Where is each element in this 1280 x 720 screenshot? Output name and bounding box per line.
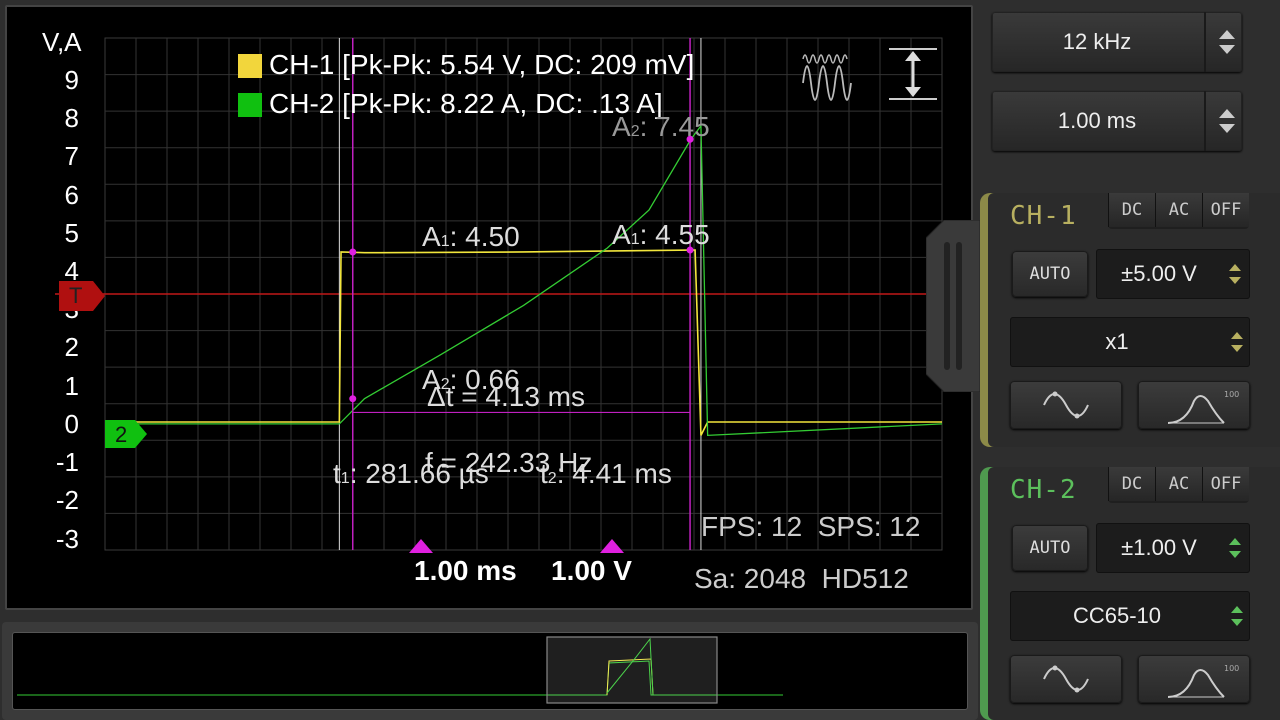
y-tick-label: 6: [64, 179, 79, 210]
filter-curve-icon: 100: [1167, 664, 1239, 698]
svg-text:100: 100: [1224, 390, 1239, 399]
ch1-panel: CH-1 DC AC OFF AUTO ±5.00 V x1 100: [980, 193, 1280, 447]
waveform-mode-icon[interactable]: [800, 45, 856, 101]
ch2-filter-button[interactable]: 100: [1138, 655, 1250, 703]
delta-t-readout: Δt = 4.13 ms: [427, 381, 585, 412]
scope-screen[interactable]: V,A 9876543210-1-2-3 CH-1 [Pk-Pk: 5.54 V…: [5, 5, 973, 610]
updown-icon: [1229, 538, 1241, 558]
updown-icon: [1219, 30, 1235, 54]
updown-icon: [1231, 332, 1243, 352]
ch1-title: CH-1: [1010, 201, 1077, 231]
fps-status: FPS: 12 SPS: 12: [701, 511, 921, 542]
ch2-title: CH-2: [1010, 475, 1077, 505]
updown-icon: [1229, 264, 1241, 284]
ch2-panel: CH-2 DC AC OFF AUTO ±1.00 V CC65-10 100: [980, 467, 1280, 720]
y-tick-label: 7: [64, 141, 79, 172]
ch2-coupling-off[interactable]: OFF: [1202, 467, 1249, 501]
ch1-probe-selector[interactable]: x1: [1010, 317, 1250, 367]
y-tick-label: 9: [64, 65, 79, 96]
y-tick-label: -2: [55, 485, 79, 516]
y-tick-label: 0: [64, 408, 79, 439]
ch2-coupling-ac[interactable]: AC: [1155, 467, 1202, 501]
y-tick-label: 2: [64, 332, 79, 363]
cursor-point: [349, 248, 357, 256]
ch2-waveform-button[interactable]: [1010, 655, 1122, 703]
ch1-filter-button[interactable]: 100: [1138, 381, 1250, 429]
a2-top-readout: A2: 7.45: [612, 111, 710, 142]
a1-left-readout: A1: 4.50: [422, 221, 520, 252]
t2-readout: t2: 4.41 ms: [540, 458, 672, 489]
y-tick-label: -3: [55, 523, 79, 554]
ch2-ground-marker[interactable]: 2: [105, 420, 149, 448]
ch1-legend-label: CH-1 [Pk-Pk: 5.54 V, DC: 209 mV]: [269, 49, 695, 80]
ch1-coupling-dc[interactable]: DC: [1108, 193, 1155, 227]
overview-viewport: [546, 636, 718, 704]
ch2-probe-selector[interactable]: CC65-10: [1010, 591, 1250, 641]
y-tick-label: 8: [64, 103, 79, 134]
updown-icon: [1231, 606, 1243, 626]
cursor-1-handle[interactable]: [409, 539, 433, 553]
svg-text:100: 100: [1224, 664, 1239, 673]
updown-icon: [1219, 109, 1235, 133]
time-div-selector[interactable]: 1.00 ms: [992, 91, 1242, 151]
ch1-range-selector[interactable]: ±5.00 V: [1096, 249, 1250, 299]
overview-strip[interactable]: [12, 632, 968, 710]
ch1-legend-swatch: [238, 54, 262, 78]
ch1-waveform-button[interactable]: [1010, 381, 1122, 429]
panel-drawer-handle[interactable]: [925, 219, 981, 393]
timebase-label[interactable]: 1.00 ms: [414, 555, 517, 587]
trigger-marker[interactable]: T: [59, 281, 107, 311]
filter-curve-icon: 100: [1167, 390, 1239, 424]
ch1-auto-button[interactable]: AUTO: [1012, 251, 1088, 297]
a1-right-readout: A1: 4.55: [612, 219, 710, 250]
axis-unit-label: V,A: [42, 27, 82, 57]
cursor-point: [349, 395, 357, 403]
y-tick-label: 5: [64, 217, 79, 248]
ch1-coupling-off[interactable]: OFF: [1202, 193, 1249, 227]
ch2-auto-button[interactable]: AUTO: [1012, 525, 1088, 571]
ch2-coupling-dc[interactable]: DC: [1108, 467, 1155, 501]
volts-div-label[interactable]: 1.00 V: [551, 555, 632, 587]
sine-wave-icon: [1043, 391, 1089, 419]
ch1-coupling-ac[interactable]: AC: [1155, 193, 1202, 227]
sine-wave-icon: [1043, 665, 1089, 693]
sample-status: Sa: 2048 HD512: [694, 563, 909, 594]
y-tick-label: -1: [55, 447, 79, 478]
t1-readout: t1: 281.66 µs: [333, 458, 489, 489]
ch2-legend-label: CH-2 [Pk-Pk: 8.22 A, DC: .13 A]: [269, 88, 663, 119]
ch2-range-selector[interactable]: ±1.00 V: [1096, 523, 1250, 573]
auto-scale-icon[interactable]: [885, 45, 941, 105]
sample-rate-selector[interactable]: 12 kHz: [992, 12, 1242, 72]
y-tick-label: 1: [64, 370, 79, 401]
cursor-2-handle[interactable]: [600, 539, 624, 553]
ch2-legend-swatch: [238, 93, 262, 117]
